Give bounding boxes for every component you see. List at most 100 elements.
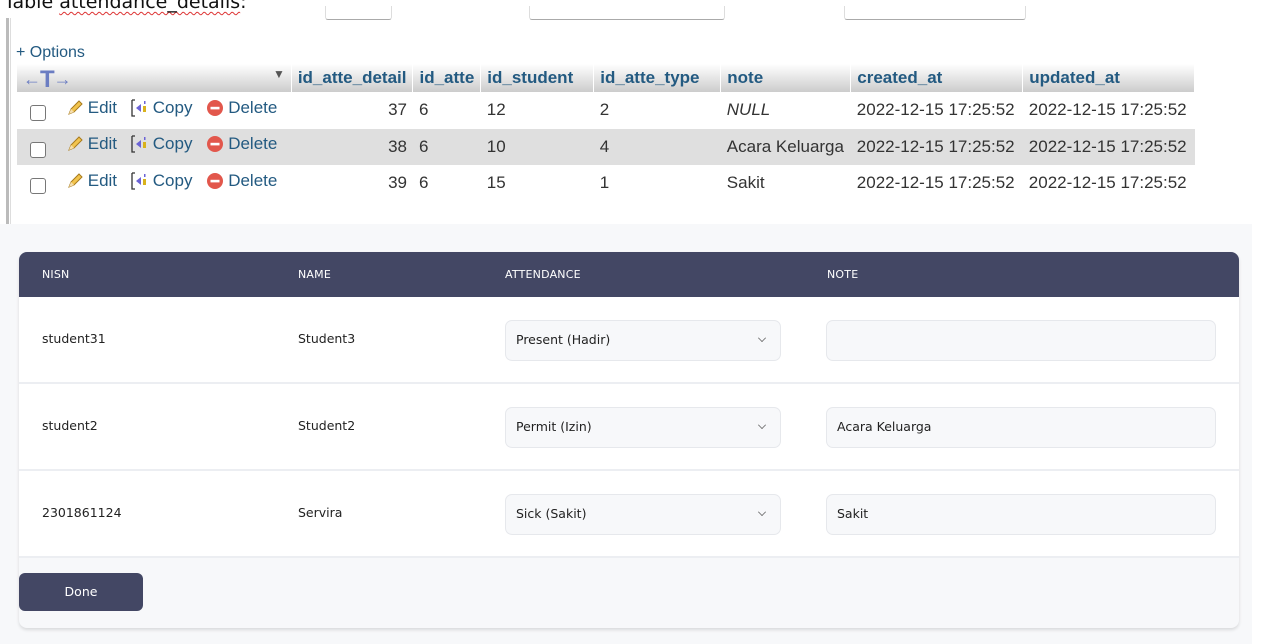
row-actions: Edit Copy Delete [17,165,291,202]
column-header-created-at[interactable]: created_at [850,64,1024,92]
attendance-table-header: NISN NAME ATTENDANCE NOTE [19,252,1239,297]
delete-icon [207,172,224,189]
column-toggle-header[interactable]: ←T→ ▼ [17,64,292,93]
name-cell: Student3 [298,331,356,346]
delete-label: Delete [228,170,278,190]
attendance-select[interactable]: Permit (Izin) [505,407,781,448]
table-row: Edit Copy Delete 38 6 10 4 Acara Keluarg… [17,128,1195,165]
attendance-select[interactable]: Sick (Sakit) [505,494,781,535]
table-title-name: attendance_details [59,0,241,13]
column-header-id-student[interactable]: id_student [480,64,595,92]
dropdown-triangle-icon[interactable]: ▼ [273,67,285,81]
header-row: ←T→ ▼ id_atte_detail id_atte id_student … [17,64,1196,93]
header-name: NAME [298,268,331,281]
attendance-select-value: Present (Hadir) [516,332,611,347]
cell-id-atte-detail[interactable]: 38 [291,128,413,165]
row-actions: Edit Copy Delete [17,128,292,165]
chevron-down-icon [758,508,766,516]
cell-id-atte-detail[interactable]: 37 [291,92,413,129]
row-checkbox[interactable] [30,141,46,158]
edit-link[interactable]: Edit [65,134,117,154]
column-header-updated-at[interactable]: updated_at [1022,64,1196,92]
options-link[interactable]: + Options [16,44,85,62]
delete-label: Delete [228,134,278,154]
copy-insert-icon [131,172,146,190]
pencil-icon [67,136,83,152]
copy-label: Copy [152,97,193,117]
cell-id-student[interactable]: 15 [481,165,594,202]
pencil-icon [67,173,83,188]
column-header-id-atte[interactable]: id_atte [412,64,482,92]
delete-label: Delete [228,97,278,117]
nisn-cell: 2301861124 [42,505,122,520]
cell-note[interactable]: Sakit [721,165,851,202]
delete-link[interactable]: Delete [205,134,277,154]
edit-label: Edit [87,170,118,190]
edit-label: Edit [87,134,118,154]
copy-link[interactable]: Copy [130,170,193,191]
cell-id-atte[interactable]: 6 [413,92,481,129]
row-checkbox[interactable] [30,178,46,195]
note-input[interactable]: Acara Keluarga [826,407,1216,448]
partial-input[interactable] [529,6,725,20]
cell-id-atte-detail[interactable]: 39 [291,165,413,202]
header-attendance: ATTENDANCE [505,268,581,281]
note-input[interactable] [826,320,1216,361]
cell-updated-at[interactable]: 2022-12-15 17:25:52 [1023,92,1195,129]
cell-note[interactable]: Acara Keluarga [720,128,851,165]
edit-link[interactable]: Edit [65,171,117,191]
cell-id-atte[interactable]: 6 [413,165,481,202]
copy-label: Copy [152,134,193,154]
attendance-select[interactable]: Present (Hadir) [505,320,781,361]
cell-id-atte[interactable]: 6 [412,128,481,165]
copy-insert-icon [131,135,146,153]
nisn-cell: student31 [42,331,106,346]
cell-created-at[interactable]: 2022-12-15 17:25:52 [851,165,1023,202]
left-border [10,18,11,226]
column-header-id-atte-detail[interactable]: id_atte_detail [291,64,414,92]
header-note: NOTE [827,268,859,281]
pencil-icon [67,100,83,115]
attendance-row: student31 Student3 Present (Hadir) [19,297,1239,384]
cell-created-at[interactable]: 2022-12-15 17:25:52 [851,92,1023,129]
cell-note[interactable]: NULL [721,92,851,129]
table-title: Table attendance_details: [4,0,247,13]
cell-id-student[interactable]: 10 [480,128,594,165]
table-title-prefix: Table [4,0,60,13]
chevron-down-icon [758,421,766,429]
copy-label: Copy [152,170,193,190]
copy-link[interactable]: Copy [130,134,193,154]
column-arrows-icon[interactable]: ←T→ [23,66,72,93]
name-cell: Student2 [298,418,356,433]
cell-id-atte-type[interactable]: 2 [594,92,721,129]
cell-id-atte-type[interactable]: 1 [594,165,721,202]
cell-id-student[interactable]: 12 [481,92,594,129]
attendance-row: 2301861124 Servira Sick (Sakit) Sakit [19,471,1239,558]
cell-updated-at[interactable]: 2022-12-15 17:25:52 [1022,128,1195,165]
partial-input[interactable] [844,6,1026,20]
row-checkbox[interactable] [30,105,46,122]
cell-updated-at[interactable]: 2022-12-15 17:25:52 [1023,165,1195,202]
cell-id-atte-type[interactable]: 4 [593,128,721,165]
attendance-select-value: Permit (Izin) [516,419,592,434]
delete-link[interactable]: Delete [205,98,277,118]
delete-icon [207,99,224,116]
note-input[interactable]: Sakit [826,494,1216,535]
nisn-cell: student2 [42,418,98,433]
chevron-down-icon [758,334,766,342]
edit-label: Edit [87,97,118,117]
edit-link[interactable]: Edit [65,98,117,118]
cell-created-at[interactable]: 2022-12-15 17:25:52 [850,128,1023,165]
delete-link[interactable]: Delete [205,171,277,191]
pma-result-area: Table attendance_details: + Options ←T→ … [0,0,1276,226]
table-row: Edit Copy Delete 39 6 15 1 Sakit 2022-12… [17,165,1195,202]
column-header-id-atte-type[interactable]: id_atte_type [593,64,722,92]
name-cell: Servira [298,505,343,520]
partial-input[interactable] [325,6,392,20]
done-button[interactable]: Done [19,573,143,611]
column-header-note[interactable]: note [720,64,852,92]
left-border [6,18,9,226]
copy-link[interactable]: Copy [130,97,193,118]
results-table: ←T→ ▼ id_atte_detail id_atte id_student … [17,64,1196,202]
attendance-select-value: Sick (Sakit) [516,506,587,521]
